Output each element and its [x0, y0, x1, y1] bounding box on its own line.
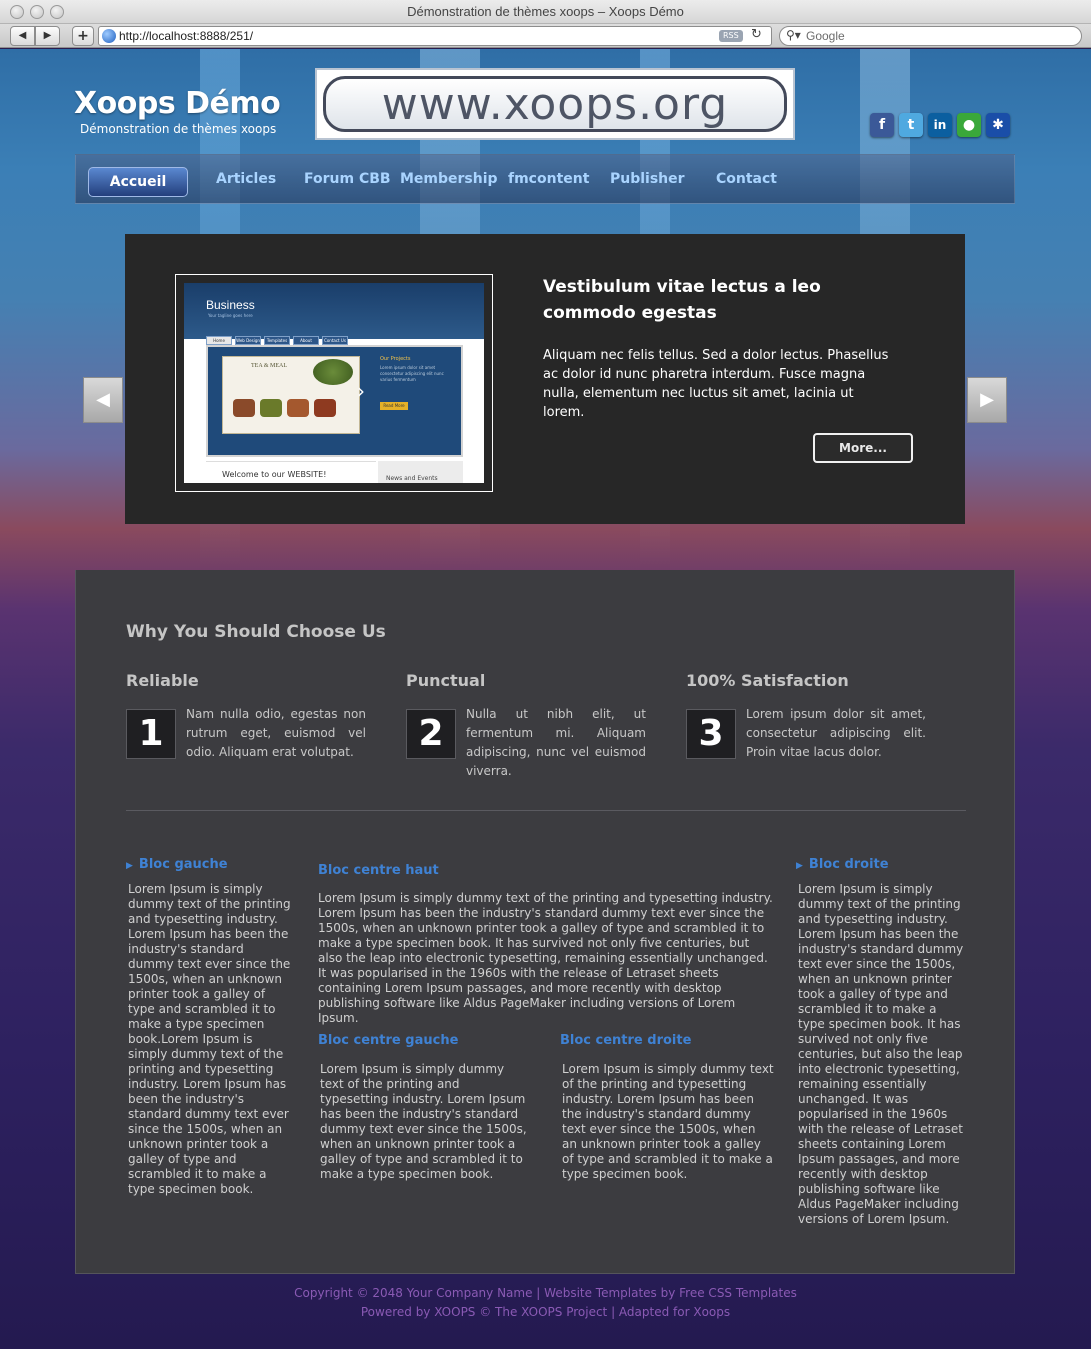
- nav-fmcontent[interactable]: fmcontent: [508, 171, 589, 187]
- window-title: Démonstration de thèmes xoops – Xoops Dé…: [407, 4, 684, 19]
- globe-icon: [102, 29, 116, 43]
- food-image: [314, 399, 336, 417]
- shot-welcome: Welcome to our WEBSITE!: [206, 461, 376, 481]
- nav-contact[interactable]: Contact: [716, 171, 777, 187]
- shot-inner-title: TEA & MEAL: [251, 363, 287, 369]
- magnifier-icon: ⚲▾: [786, 28, 801, 42]
- block-left-title[interactable]: ▶ Bloc gauche: [126, 857, 228, 872]
- triangle-right-icon: ▶: [796, 861, 803, 871]
- forward-button[interactable]: ▶: [35, 26, 60, 46]
- add-bookmark-button[interactable]: +: [72, 26, 94, 46]
- footer-powered-by[interactable]: Powered by XOOPS © The XOOPS Project | A…: [0, 1305, 1091, 1319]
- myspace-icon[interactable]: ✱: [986, 113, 1010, 137]
- back-button[interactable]: ◀: [10, 26, 35, 46]
- block-right-title[interactable]: ▶ Bloc droite: [796, 857, 889, 872]
- block-center-left-title[interactable]: Bloc centre gauche: [318, 1033, 458, 1048]
- reload-icon[interactable]: ↻: [751, 27, 762, 42]
- linkedin-icon[interactable]: in: [928, 113, 952, 137]
- triangle-right-icon: ▶: [126, 861, 133, 871]
- url-text[interactable]: http://localhost:8888/251/: [119, 29, 253, 43]
- feature-text-satisfaction: Lorem ipsum dolor sit amet, consectetur …: [746, 707, 926, 759]
- facebook-icon[interactable]: f: [870, 113, 894, 137]
- food-image: [287, 399, 309, 417]
- slide-text: Aliquam nec felis tellus. Sed a dolor le…: [543, 348, 889, 420]
- feature-number-3: 3: [686, 709, 736, 759]
- address-bar[interactable]: http://localhost:8888/251/ RSS ↻: [98, 26, 772, 46]
- search-field[interactable]: ⚲▾ Google: [779, 26, 1082, 46]
- food-image: [260, 399, 282, 417]
- slider-next-button[interactable]: ▶: [967, 377, 1007, 423]
- block-left-text: Lorem Ipsum is simply dummy text of the …: [128, 882, 291, 1196]
- section-divider: [126, 810, 966, 811]
- chevron-right-icon: ›: [357, 379, 365, 403]
- why-choose-us-heading: Why You Should Choose Us: [126, 622, 386, 642]
- xoops-logo-banner[interactable]: www.xoops.org: [315, 68, 795, 140]
- shot-tab: About: [293, 336, 319, 345]
- main-navigation: Accueil Articles Forum CBB Membership fm…: [75, 154, 1015, 204]
- block-center-right-text: Lorem Ipsum is simply dummy text of the …: [562, 1062, 774, 1181]
- shot-projects-text: Lorem ipsum dolor sit amet consectetur a…: [380, 365, 444, 382]
- twitter-icon[interactable]: t: [899, 113, 923, 137]
- nav-publisher[interactable]: Publisher: [610, 171, 685, 187]
- shot-tab: Web Design: [235, 336, 261, 345]
- browser-toolbar: ◀ ▶ + http://localhost:8888/251/ RSS ↻ ⚲…: [0, 24, 1091, 48]
- block-center-right-title[interactable]: Bloc centre droite: [560, 1033, 691, 1048]
- footer-copyright[interactable]: Copyright © 2048 Your Company Name | Web…: [0, 1286, 1091, 1300]
- shot-read-more: Read More: [380, 402, 408, 410]
- nav-accueil[interactable]: Accueil: [88, 167, 188, 197]
- feature-text-reliable: Nam nulla odio, egestas non rutrum eget,…: [186, 707, 366, 759]
- window-titlebar: Démonstration de thèmes xoops – Xoops Dé…: [0, 0, 1091, 24]
- shot-title: Business: [206, 298, 255, 312]
- feature-number-2: 2: [406, 709, 456, 759]
- block-center-top-text: Lorem Ipsum is simply dummy text of the …: [318, 891, 773, 1025]
- shot-subtitle: Your tagline goes here: [208, 313, 253, 318]
- site-title[interactable]: Xoops Démo: [74, 86, 281, 121]
- block-center-left-text: Lorem Ipsum is simply dummy text of the …: [320, 1062, 527, 1181]
- feature-text-punctual: Nulla ut nibh elit, ut fermentum mi. Ali…: [466, 707, 646, 778]
- slider-prev-button[interactable]: ◀: [83, 377, 123, 423]
- food-image: [233, 399, 255, 417]
- nav-articles[interactable]: Articles: [216, 171, 276, 187]
- feature-title-satisfaction: 100% Satisfaction: [686, 671, 849, 690]
- shot-feature-frame: TEA & MEAL › Our Projects Lorem ipsum do…: [206, 345, 463, 457]
- slide-title: Vestibulum vitae lectus a leo commodo eg…: [543, 277, 821, 323]
- shot-tabs: Home Web Design Templates About Contact Us: [206, 327, 351, 346]
- main-content: Why You Should Choose Us Reliable 1 Nam …: [75, 570, 1015, 1274]
- block-right-text: Lorem Ipsum is simply dummy text of the …: [798, 882, 964, 1226]
- shot-tab: Contact Us: [322, 336, 348, 345]
- block-right-title-text: Bloc droite: [808, 857, 889, 872]
- search-placeholder: Google: [806, 29, 845, 43]
- feature-title-reliable: Reliable: [126, 671, 199, 690]
- shot-inner-page: TEA & MEAL: [222, 356, 360, 434]
- shot-projects-title: Our Projects: [380, 356, 411, 362]
- plant-image: [313, 359, 353, 385]
- feature-number-1: 1: [126, 709, 176, 759]
- website-template-screenshot: Business Your tagline goes here Home Web …: [184, 283, 484, 483]
- nav-membership[interactable]: Membership: [400, 171, 498, 187]
- rss-button[interactable]: RSS: [719, 30, 743, 42]
- nav-forum-cbb[interactable]: Forum CBB: [304, 171, 391, 187]
- site-slogan: Démonstration de thèmes xoops: [80, 122, 277, 136]
- more-button[interactable]: More...: [813, 433, 913, 463]
- shot-tab: Home: [206, 336, 232, 345]
- block-left-title-text: Bloc gauche: [138, 857, 228, 872]
- shot-news: News and Events: [378, 461, 463, 483]
- chat-icon[interactable]: ●: [957, 113, 981, 137]
- shot-tab: Templates: [264, 336, 290, 345]
- featured-slider: Business Your tagline goes here Home Web …: [125, 234, 965, 524]
- feature-title-punctual: Punctual: [406, 671, 486, 690]
- slide-image[interactable]: Business Your tagline goes here Home Web …: [175, 274, 493, 492]
- block-center-top-title[interactable]: Bloc centre haut: [318, 863, 439, 878]
- logo-text: www.xoops.org: [381, 78, 729, 130]
